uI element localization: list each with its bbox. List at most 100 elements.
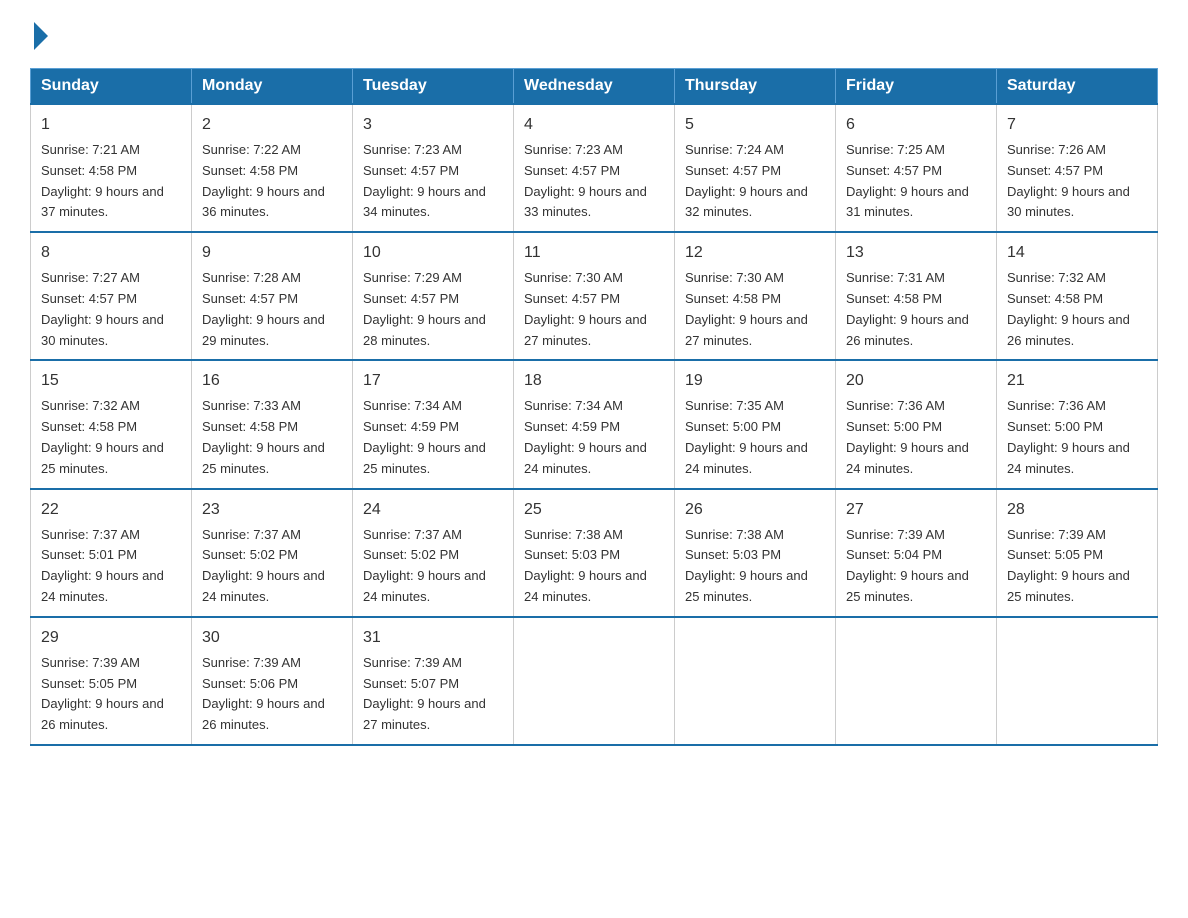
day-number: 1 xyxy=(41,113,181,137)
day-info: Sunrise: 7:35 AMSunset: 5:00 PMDaylight:… xyxy=(685,396,825,479)
day-info: Sunrise: 7:38 AMSunset: 5:03 PMDaylight:… xyxy=(524,525,664,608)
calendar-day-cell xyxy=(514,617,675,745)
day-number: 11 xyxy=(524,241,664,265)
calendar-day-header: Sunday xyxy=(31,69,192,105)
day-number: 16 xyxy=(202,369,342,393)
calendar-day-header: Friday xyxy=(836,69,997,105)
day-number: 30 xyxy=(202,626,342,650)
day-info: Sunrise: 7:37 AMSunset: 5:01 PMDaylight:… xyxy=(41,525,181,608)
calendar-day-cell: 8 Sunrise: 7:27 AMSunset: 4:57 PMDaylight… xyxy=(31,232,192,360)
day-info: Sunrise: 7:27 AMSunset: 4:57 PMDaylight:… xyxy=(41,268,181,351)
day-info: Sunrise: 7:23 AMSunset: 4:57 PMDaylight:… xyxy=(524,140,664,223)
calendar-header-row: SundayMondayTuesdayWednesdayThursdayFrid… xyxy=(31,69,1158,105)
day-info: Sunrise: 7:36 AMSunset: 5:00 PMDaylight:… xyxy=(1007,396,1147,479)
day-number: 4 xyxy=(524,113,664,137)
calendar-week-row: 29 Sunrise: 7:39 AMSunset: 5:05 PMDayligh… xyxy=(31,617,1158,745)
day-info: Sunrise: 7:37 AMSunset: 5:02 PMDaylight:… xyxy=(363,525,503,608)
calendar-day-cell: 18Sunrise: 7:34 AMSunset: 4:59 PMDayligh… xyxy=(514,360,675,488)
day-info: Sunrise: 7:32 AMSunset: 4:58 PMDaylight:… xyxy=(1007,268,1147,351)
calendar-week-row: 1 Sunrise: 7:21 AMSunset: 4:58 PMDaylight… xyxy=(31,104,1158,232)
calendar-day-cell: 19 Sunrise: 7:35 AMSunset: 5:00 PMDayligh… xyxy=(675,360,836,488)
calendar-day-cell: 1 Sunrise: 7:21 AMSunset: 4:58 PMDaylight… xyxy=(31,104,192,232)
calendar-day-cell: 14 Sunrise: 7:32 AMSunset: 4:58 PMDayligh… xyxy=(997,232,1158,360)
day-info: Sunrise: 7:22 AMSunset: 4:58 PMDaylight:… xyxy=(202,140,342,223)
calendar-day-cell: 7Sunrise: 7:26 AMSunset: 4:57 PMDaylight… xyxy=(997,104,1158,232)
day-info: Sunrise: 7:38 AMSunset: 5:03 PMDaylight:… xyxy=(685,525,825,608)
day-info: Sunrise: 7:33 AMSunset: 4:58 PMDaylight:… xyxy=(202,396,342,479)
calendar-day-cell: 10 Sunrise: 7:29 AMSunset: 4:57 PMDayligh… xyxy=(353,232,514,360)
day-info: Sunrise: 7:39 AMSunset: 5:05 PMDaylight:… xyxy=(1007,525,1147,608)
calendar-day-header: Saturday xyxy=(997,69,1158,105)
calendar-day-cell: 2 Sunrise: 7:22 AMSunset: 4:58 PMDaylight… xyxy=(192,104,353,232)
calendar-day-cell: 20 Sunrise: 7:36 AMSunset: 5:00 PMDayligh… xyxy=(836,360,997,488)
day-number: 3 xyxy=(363,113,503,137)
day-number: 5 xyxy=(685,113,825,137)
calendar-day-cell: 31 Sunrise: 7:39 AMSunset: 5:07 PMDayligh… xyxy=(353,617,514,745)
calendar-day-cell xyxy=(675,617,836,745)
calendar-day-cell: 22 Sunrise: 7:37 AMSunset: 5:01 PMDayligh… xyxy=(31,489,192,617)
page-header xyxy=(30,20,1158,48)
calendar-day-cell: 15 Sunrise: 7:32 AMSunset: 4:58 PMDayligh… xyxy=(31,360,192,488)
calendar-day-cell: 9Sunrise: 7:28 AMSunset: 4:57 PMDaylight… xyxy=(192,232,353,360)
calendar-week-row: 15 Sunrise: 7:32 AMSunset: 4:58 PMDayligh… xyxy=(31,360,1158,488)
calendar-day-cell: 26 Sunrise: 7:38 AMSunset: 5:03 PMDayligh… xyxy=(675,489,836,617)
calendar-day-header: Thursday xyxy=(675,69,836,105)
logo-arrow-icon xyxy=(34,22,48,50)
day-info: Sunrise: 7:36 AMSunset: 5:00 PMDaylight:… xyxy=(846,396,986,479)
day-number: 29 xyxy=(41,626,181,650)
day-number: 15 xyxy=(41,369,181,393)
day-number: 9 xyxy=(202,241,342,265)
calendar-day-cell: 3 Sunrise: 7:23 AMSunset: 4:57 PMDaylight… xyxy=(353,104,514,232)
day-info: Sunrise: 7:39 AMSunset: 5:07 PMDaylight:… xyxy=(363,653,503,736)
day-number: 20 xyxy=(846,369,986,393)
day-info: Sunrise: 7:34 AMSunset: 4:59 PMDaylight:… xyxy=(363,396,503,479)
calendar-day-cell: 11 Sunrise: 7:30 AMSunset: 4:57 PMDayligh… xyxy=(514,232,675,360)
day-number: 26 xyxy=(685,498,825,522)
day-number: 31 xyxy=(363,626,503,650)
day-info: Sunrise: 7:39 AMSunset: 5:04 PMDaylight:… xyxy=(846,525,986,608)
day-info: Sunrise: 7:31 AMSunset: 4:58 PMDaylight:… xyxy=(846,268,986,351)
calendar-day-cell: 30Sunrise: 7:39 AMSunset: 5:06 PMDayligh… xyxy=(192,617,353,745)
day-number: 28 xyxy=(1007,498,1147,522)
calendar-day-cell: 6 Sunrise: 7:25 AMSunset: 4:57 PMDaylight… xyxy=(836,104,997,232)
calendar-day-cell xyxy=(836,617,997,745)
calendar-day-header: Wednesday xyxy=(514,69,675,105)
day-info: Sunrise: 7:34 AMSunset: 4:59 PMDaylight:… xyxy=(524,396,664,479)
day-number: 10 xyxy=(363,241,503,265)
day-info: Sunrise: 7:21 AMSunset: 4:58 PMDaylight:… xyxy=(41,140,181,223)
calendar-day-cell: 5 Sunrise: 7:24 AMSunset: 4:57 PMDaylight… xyxy=(675,104,836,232)
day-number: 25 xyxy=(524,498,664,522)
day-number: 21 xyxy=(1007,369,1147,393)
calendar-table: SundayMondayTuesdayWednesdayThursdayFrid… xyxy=(30,68,1158,746)
calendar-day-cell xyxy=(997,617,1158,745)
calendar-day-cell: 27Sunrise: 7:39 AMSunset: 5:04 PMDayligh… xyxy=(836,489,997,617)
day-info: Sunrise: 7:23 AMSunset: 4:57 PMDaylight:… xyxy=(363,140,503,223)
calendar-day-cell: 12 Sunrise: 7:30 AMSunset: 4:58 PMDayligh… xyxy=(675,232,836,360)
day-info: Sunrise: 7:39 AMSunset: 5:05 PMDaylight:… xyxy=(41,653,181,736)
calendar-day-cell: 4 Sunrise: 7:23 AMSunset: 4:57 PMDaylight… xyxy=(514,104,675,232)
day-number: 22 xyxy=(41,498,181,522)
day-info: Sunrise: 7:24 AMSunset: 4:57 PMDaylight:… xyxy=(685,140,825,223)
day-info: Sunrise: 7:25 AMSunset: 4:57 PMDaylight:… xyxy=(846,140,986,223)
calendar-day-header: Monday xyxy=(192,69,353,105)
calendar-day-cell: 24Sunrise: 7:37 AMSunset: 5:02 PMDayligh… xyxy=(353,489,514,617)
day-number: 6 xyxy=(846,113,986,137)
day-number: 19 xyxy=(685,369,825,393)
day-info: Sunrise: 7:32 AMSunset: 4:58 PMDaylight:… xyxy=(41,396,181,479)
calendar-day-cell: 21 Sunrise: 7:36 AMSunset: 5:00 PMDayligh… xyxy=(997,360,1158,488)
calendar-day-cell: 25 Sunrise: 7:38 AMSunset: 5:03 PMDayligh… xyxy=(514,489,675,617)
calendar-day-header: Tuesday xyxy=(353,69,514,105)
day-number: 14 xyxy=(1007,241,1147,265)
day-number: 12 xyxy=(685,241,825,265)
day-number: 2 xyxy=(202,113,342,137)
day-info: Sunrise: 7:30 AMSunset: 4:58 PMDaylight:… xyxy=(685,268,825,351)
day-info: Sunrise: 7:29 AMSunset: 4:57 PMDaylight:… xyxy=(363,268,503,351)
day-info: Sunrise: 7:30 AMSunset: 4:57 PMDaylight:… xyxy=(524,268,664,351)
calendar-day-cell: 29 Sunrise: 7:39 AMSunset: 5:05 PMDayligh… xyxy=(31,617,192,745)
day-number: 17 xyxy=(363,369,503,393)
day-number: 23 xyxy=(202,498,342,522)
day-number: 8 xyxy=(41,241,181,265)
day-number: 13 xyxy=(846,241,986,265)
calendar-day-cell: 28 Sunrise: 7:39 AMSunset: 5:05 PMDayligh… xyxy=(997,489,1158,617)
day-number: 7 xyxy=(1007,113,1147,137)
